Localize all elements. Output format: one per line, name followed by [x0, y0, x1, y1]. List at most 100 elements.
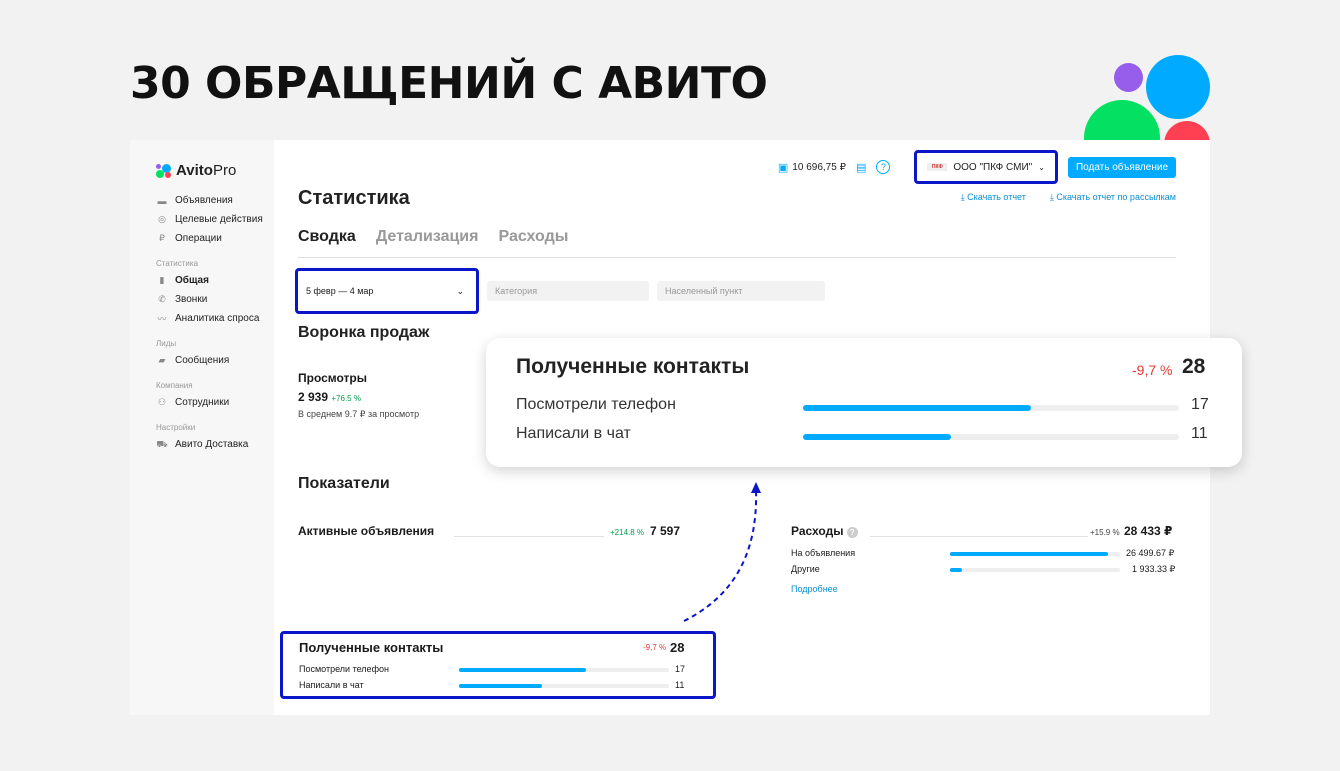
info-icon[interactable]: ? [846, 527, 858, 538]
sidebar-item-operations[interactable]: ₽ Операции [156, 229, 274, 248]
avito-logo-icon [156, 163, 172, 178]
sidebar-item-label: Общая [175, 275, 209, 286]
active-ads-label: Активные объявления [298, 524, 435, 538]
sidebar-item-label: Целевые действия [175, 214, 263, 225]
callout-delta: -9,7 % [1132, 362, 1173, 378]
expenses-other-value: 1 933.33 ₽ [1132, 564, 1176, 574]
trend-icon: 〰 [157, 314, 167, 324]
post-ad-button[interactable]: Подать объявление [1067, 156, 1176, 178]
expenses-delta: +15.9 % [1090, 528, 1120, 537]
decor-circle-blue [1146, 55, 1210, 119]
callout-chat-label: Написали в чат [516, 425, 631, 442]
date-range-value: 5 февр — 4 мар [306, 286, 374, 296]
chat-icon: ▰ [158, 355, 166, 365]
target-icon: ◎ [158, 214, 166, 224]
phone-icon: ✆ [158, 294, 166, 304]
chevron-down-icon: ⌄ [456, 285, 464, 296]
download-report-link[interactable]: ⤓ Скачать отчет [961, 192, 1026, 203]
download-report-label: Скачать отчет [967, 192, 1026, 202]
tab-summary[interactable]: Сводка [298, 228, 356, 257]
sidebar-item-truck[interactable]: ⛟ Авито Доставка [156, 435, 274, 454]
sidebar-item-staff[interactable]: ⚇ Сотрудники [156, 393, 274, 412]
staff-icon: ⚇ [157, 397, 167, 407]
callout-phone-bar-fill [803, 405, 1032, 411]
funnel-title: Воронка продаж [298, 324, 430, 341]
sidebar-item-label: Объявления [175, 195, 233, 206]
nav-section-leads: Лиды [156, 339, 177, 348]
contacts-delta: -9,7 % [643, 643, 667, 652]
indicators-title: Показатели [298, 475, 390, 492]
expenses-label-text: Расходы [791, 524, 844, 538]
avito-pro-logo[interactable]: AvitoPro [156, 162, 274, 179]
expenses-value: 28 433 ₽ [1124, 524, 1173, 538]
contacts-zoom-callout: Полученные контакты -9,7 % 28 Посмотрели… [486, 338, 1242, 467]
expenses-other-label: Другие [791, 564, 820, 574]
sidebar-item-phone[interactable]: ✆ Звонки [156, 290, 274, 309]
truck-icon: ⛟ [156, 438, 168, 449]
balance[interactable]: ▣ 10 696,75 ₽ [778, 161, 846, 174]
expenses-other-bar-fill [950, 568, 962, 572]
views-average: В среднем 9.7 ₽ за просмотр [298, 409, 420, 419]
sidebar-item-label: Авито Доставка [175, 439, 249, 450]
contacts-phone-bar [459, 668, 669, 672]
tabs: Сводка Детализация Расходы [298, 228, 1176, 258]
notifications-icon[interactable]: ▤ [856, 161, 866, 174]
active-ads-delta: +214.8 % [610, 528, 645, 537]
topbar: ▣ 10 696,75 ₽ ▤ ? ПКФ ООО "ПКФ СМИ" ⌄ По… [778, 150, 1176, 184]
expenses-other-bar [950, 568, 1120, 572]
locality-select[interactable]: Населенный пункт [657, 281, 825, 301]
dashed-arrow [683, 482, 761, 622]
logo-main-text: Avito [176, 162, 213, 179]
company-selector[interactable]: ПКФ ООО "ПКФ СМИ" ⌄ [914, 150, 1058, 184]
contacts-total: 28 [670, 640, 685, 655]
download-mailing-label: Скачать отчет по рассылкам [1056, 192, 1176, 202]
more-link[interactable]: Подробнее [791, 584, 838, 594]
sidebar-item-target[interactable]: ◎ Целевые действия [156, 210, 274, 229]
balance-value: 10 696,75 ₽ [792, 161, 846, 173]
headline: 30 ОБРАЩЕНИЙ С АВИТО [130, 58, 768, 109]
sidebar-item-trend[interactable]: 〰 Аналитика спроса [156, 309, 274, 328]
contacts-chat-bar [459, 684, 669, 688]
tab-details[interactable]: Детализация [376, 228, 479, 257]
download-mailing-link[interactable]: ⤓ Скачать отчет по рассылкам [1050, 192, 1176, 203]
nav-section-settings: Настройки [156, 423, 196, 432]
sidebar-item-label: Аналитика спроса [175, 313, 260, 324]
company-name: ООО "ПКФ СМИ" [953, 161, 1033, 173]
sidebar-item-label: Сотрудники [175, 397, 230, 408]
sidebar-item-label: Операции [175, 233, 222, 244]
contacts-phone-bar-fill [459, 668, 587, 672]
sidebar-item-label: Звонки [175, 294, 208, 305]
chevron-down-icon: ⌄ [1038, 162, 1045, 172]
date-range-select[interactable]: 5 февр — 4 мар ⌄ [295, 268, 479, 314]
operations-icon: ₽ [159, 233, 165, 243]
sidebar-item-ads[interactable]: ▬ Объявления [156, 191, 274, 210]
tab-expenses[interactable]: Расходы [498, 228, 568, 257]
arrow-head-icon [751, 482, 761, 493]
sidebar: AvitoPro ▬ Объявления ◎ Целевые действия ₽ Оп… [130, 140, 274, 715]
nav-section-company: Компания [156, 381, 193, 390]
category-select[interactable]: Категория [487, 281, 649, 301]
contacts-phone-value: 17 [675, 664, 686, 674]
expenses-label: Расходы ? [791, 524, 858, 538]
callout-phone-label: Посмотрели телефон [516, 396, 676, 413]
arrow-path [683, 489, 758, 622]
contacts-chat-value: 11 [675, 680, 685, 690]
expenses-ads-label: На объявления [791, 548, 856, 558]
wallet-icon: ▣ [777, 161, 789, 174]
callout-chat-value: 11 [1191, 425, 1208, 442]
sidebar-item-bar-chart[interactable]: ▮ Общая [156, 271, 274, 290]
download-links: ⤓ Скачать отчет ⤓ Скачать отчет по рассы… [961, 192, 1176, 203]
contacts-title: Полученные контакты [299, 640, 444, 655]
callout-chat-bar [803, 434, 1179, 440]
callout-phone-value: 17 [1191, 396, 1209, 413]
expenses-ads-bar-fill [950, 552, 1109, 556]
divider [454, 536, 604, 537]
help-icon[interactable]: ? [876, 160, 891, 174]
decor-circle-purple [1114, 63, 1143, 92]
sidebar-item-label: Сообщения [175, 355, 230, 366]
views-number: 2 939 [298, 390, 329, 404]
views-value: 2 939 +76.5 % [298, 390, 361, 404]
bar-chart-icon: ▮ [159, 275, 165, 285]
callout-title: Полученные контакты [516, 355, 750, 378]
sidebar-item-chat[interactable]: ▰ Сообщения [156, 351, 274, 370]
